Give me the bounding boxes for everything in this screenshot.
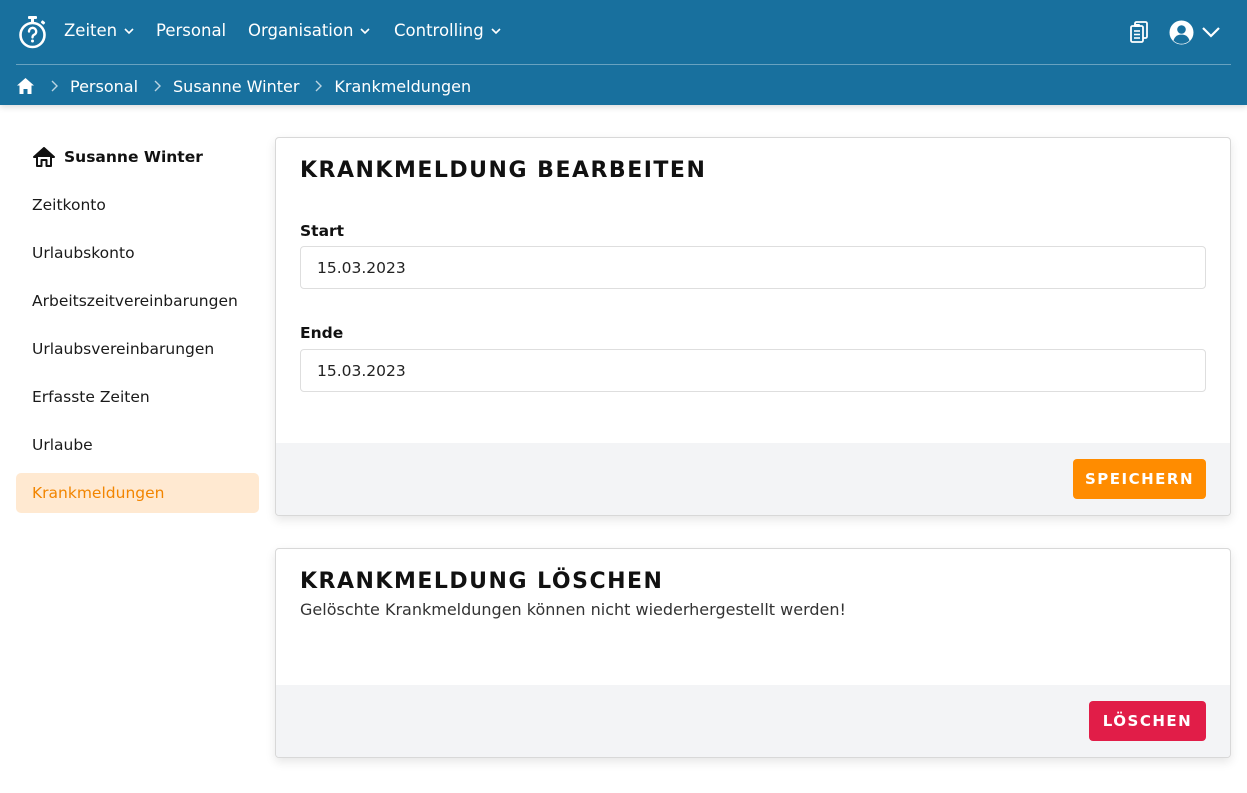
clipboard-icon[interactable]: [1129, 21, 1149, 43]
home-icon[interactable]: [16, 77, 35, 95]
top-navigation-bar: Zeiten Personal Organisation Controlling…: [0, 0, 1247, 105]
sidebar-item-arbeitszeitvereinbarungen[interactable]: Arbeitszeitvereinbarungen: [16, 281, 259, 321]
nav-personal[interactable]: Personal: [156, 21, 226, 40]
chevron-down-icon: [360, 27, 370, 34]
delete-sick-note-card: KRANKMELDUNG LÖSCHEN Gelöschte Krankmeld…: [275, 548, 1231, 758]
sidebar-header[interactable]: Susanne Winter: [33, 147, 203, 167]
start-date-input[interactable]: [300, 246, 1206, 289]
chevron-right-icon: [154, 80, 162, 92]
delete-warning-text: Gelöschte Krankmeldungen können nicht wi…: [300, 600, 846, 619]
nav-personal-label: Personal: [156, 21, 227, 40]
breadcrumb: Personal Susanne Winter Krankmeldungen: [16, 75, 471, 97]
nav-organisation-label: Organisation: [248, 21, 354, 40]
end-label: Ende: [300, 324, 344, 342]
breadcrumb-krankmeldungen[interactable]: Krankmeldungen: [334, 77, 471, 96]
delete-card-footer: LÖSCHEN: [276, 685, 1230, 757]
chevron-right-icon: [51, 80, 58, 92]
nav-divider: [16, 64, 1231, 65]
sidebar-item-urlaube[interactable]: Urlaube: [16, 425, 259, 465]
save-button[interactable]: SPEICHERN: [1073, 459, 1206, 499]
chevron-down-icon: [491, 27, 501, 34]
house-icon: [33, 147, 55, 167]
chevron-right-icon: [315, 80, 323, 92]
sidebar-item-zeitkonto[interactable]: Zeitkonto: [16, 185, 259, 225]
sidebar-item-urlaubsvereinbarungen[interactable]: Urlaubsvereinbarungen: [16, 329, 259, 369]
edit-sick-note-card: KRANKMELDUNG BEARBEITEN Start Ende SPEIC…: [275, 137, 1231, 516]
nav-controlling[interactable]: Controlling: [394, 21, 502, 40]
nav-zeiten-label: Zeiten: [64, 21, 118, 40]
nav-organisation[interactable]: Organisation: [248, 21, 371, 40]
breadcrumb-personal[interactable]: Personal: [70, 77, 138, 96]
sidebar-item-erfasste-zeiten[interactable]: Erfasste Zeiten: [16, 377, 259, 417]
edit-card-title: KRANKMELDUNG BEARBEITEN: [300, 158, 707, 183]
nav-controlling-label: Controlling: [394, 21, 484, 40]
chevron-down-icon: [124, 27, 134, 34]
sidebar-item-urlaubskonto[interactable]: Urlaubskonto: [16, 233, 259, 273]
nav-zeiten[interactable]: Zeiten: [64, 21, 135, 40]
sidebar-item-krankmeldungen[interactable]: Krankmeldungen: [16, 473, 259, 513]
sidebar-employee-name: Susanne Winter: [64, 148, 203, 166]
user-menu-chevron-down-icon[interactable]: [1201, 25, 1221, 39]
user-circle-icon[interactable]: [1169, 20, 1194, 45]
delete-card-title: KRANKMELDUNG LÖSCHEN: [300, 569, 664, 594]
stopwatch-logo-icon[interactable]: [17, 15, 48, 49]
start-label: Start: [300, 222, 345, 240]
end-date-input[interactable]: [300, 349, 1206, 392]
edit-card-footer: SPEICHERN: [276, 443, 1230, 515]
delete-button[interactable]: LÖSCHEN: [1089, 701, 1206, 741]
breadcrumb-employee[interactable]: Susanne Winter: [173, 77, 299, 96]
